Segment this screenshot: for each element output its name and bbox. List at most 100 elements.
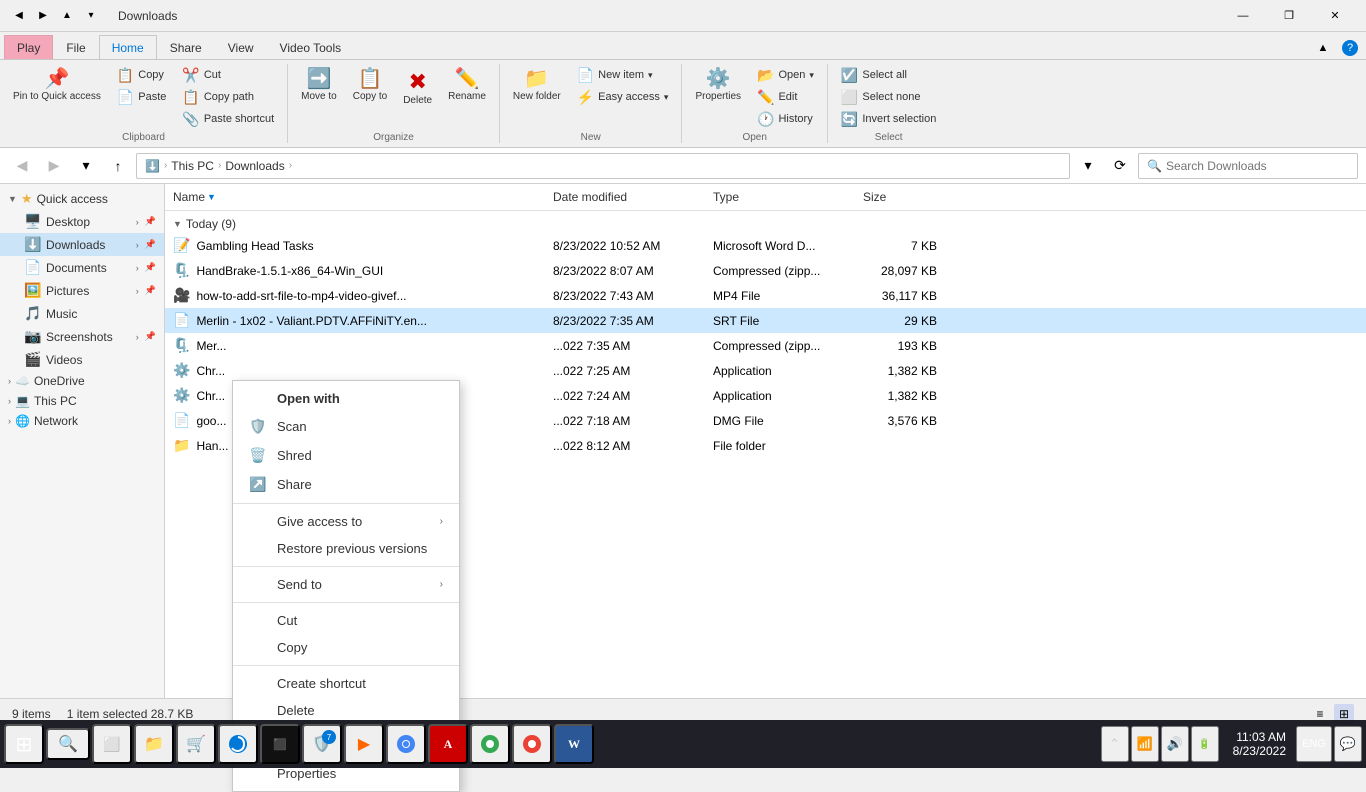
taskbar-clock[interactable]: 11:03 AM 8/23/2022 bbox=[1225, 730, 1294, 758]
taskbar-search-button[interactable]: 🔍 bbox=[46, 728, 90, 760]
back-button[interactable]: ◀ bbox=[8, 152, 36, 180]
minimize-button[interactable]: — bbox=[1220, 0, 1266, 32]
taskbar-vlc[interactable]: ▶ bbox=[344, 724, 384, 764]
notification-button[interactable]: 💬 bbox=[1334, 726, 1362, 762]
taskbar-explorer[interactable]: 📁 bbox=[134, 724, 174, 764]
sidebar-item-music[interactable]: 🎵 Music bbox=[0, 302, 164, 325]
taskbar-edge[interactable] bbox=[218, 724, 258, 764]
ctx-shred[interactable]: 🗑️ Shred bbox=[233, 441, 459, 470]
tab-file[interactable]: File bbox=[53, 35, 98, 59]
copy-path-button[interactable]: 📋 Copy path bbox=[175, 86, 281, 108]
new-folder-button[interactable]: 📁 New folder bbox=[506, 64, 568, 107]
help-button[interactable]: ? bbox=[1342, 40, 1358, 56]
sidebar-item-videos[interactable]: 🎬 Videos bbox=[0, 348, 164, 371]
file-row[interactable]: 🗜️ Mer... ...022 7:35 AM Compressed (zip… bbox=[165, 333, 1366, 358]
ribbon-collapse-button[interactable]: ▲ bbox=[1312, 37, 1334, 59]
tab-play[interactable]: Play bbox=[4, 35, 53, 59]
copy-to-button[interactable]: 📋 Copy to bbox=[346, 64, 394, 107]
pin-to-quick-access-button[interactable]: 📌 Pin to Quick access bbox=[6, 64, 108, 108]
open-button[interactable]: 📂 Open ▾ bbox=[750, 64, 821, 86]
ctx-send-to[interactable]: Send to › bbox=[233, 571, 459, 598]
properties-button[interactable]: ⚙️ Properties bbox=[688, 64, 748, 107]
up-button[interactable]: ↑ bbox=[104, 152, 132, 180]
select-all-button[interactable]: ☑️ Select all bbox=[834, 64, 943, 86]
history-button[interactable]: 🕐 History bbox=[750, 108, 821, 130]
move-to-button[interactable]: ➡️ Move to bbox=[294, 64, 344, 107]
taskbar-access[interactable]: A bbox=[428, 724, 468, 764]
taskbar-chrome2[interactable] bbox=[470, 724, 510, 764]
ctx-share[interactable]: ↗️ Share bbox=[233, 470, 459, 499]
col-header-size[interactable]: Size bbox=[855, 188, 945, 206]
sidebar-item-pictures[interactable]: 🖼️ Pictures › 📌 bbox=[0, 279, 164, 302]
delete-button[interactable]: ✖ Delete bbox=[396, 64, 439, 111]
breadcrumb-thispc[interactable]: This PC bbox=[171, 159, 214, 173]
qa-forward-button[interactable]: ▶ bbox=[32, 5, 54, 27]
search-box[interactable]: 🔍 bbox=[1138, 153, 1358, 179]
start-button[interactable]: ⊞ bbox=[4, 724, 44, 764]
cut-button[interactable]: ✂️ Cut bbox=[175, 64, 281, 86]
col-header-date[interactable]: Date modified bbox=[545, 188, 705, 206]
ctx-cut[interactable]: Cut bbox=[233, 607, 459, 634]
select-none-button[interactable]: ⬜ Select none bbox=[834, 86, 943, 108]
tray-expand[interactable]: ⌃ bbox=[1101, 726, 1129, 762]
network-toggle: › bbox=[8, 416, 11, 426]
sidebar-item-documents[interactable]: 📄 Documents › 📌 bbox=[0, 256, 164, 279]
today-group-header[interactable]: ▼ Today (9) bbox=[165, 211, 1366, 233]
paste-shortcut-button[interactable]: 📎 Paste shortcut bbox=[175, 108, 281, 130]
forward-button[interactable]: ▶ bbox=[40, 152, 68, 180]
sidebar-item-screenshots[interactable]: 📷 Screenshots › 📌 bbox=[0, 325, 164, 348]
ctx-scan[interactable]: 🛡️ Scan bbox=[233, 412, 459, 441]
col-header-type[interactable]: Type bbox=[705, 188, 855, 206]
ctx-give-access[interactable]: Give access to › bbox=[233, 508, 459, 535]
tab-share[interactable]: Share bbox=[157, 35, 215, 59]
ctx-restore-versions[interactable]: Restore previous versions bbox=[233, 535, 459, 562]
ctx-copy[interactable]: Copy bbox=[233, 634, 459, 661]
tab-home[interactable]: Home bbox=[99, 35, 157, 59]
taskbar-chrome3[interactable] bbox=[512, 724, 552, 764]
close-button[interactable]: ✕ bbox=[1312, 0, 1358, 32]
tray-network[interactable]: 📶 bbox=[1131, 726, 1159, 762]
taskbar-chrome1[interactable] bbox=[386, 724, 426, 764]
taskview-button[interactable]: ⬜ bbox=[92, 724, 132, 764]
easy-access-button[interactable]: ⚡ Easy access ▾ bbox=[570, 86, 676, 108]
col-header-name[interactable]: Name ▼ bbox=[165, 188, 545, 206]
taskbar-terminal[interactable]: ⬛ bbox=[260, 724, 300, 764]
address-box[interactable]: ⬇️ › This PC › Downloads › bbox=[136, 153, 1070, 179]
quick-access-header[interactable]: ▼ ★ Quick access bbox=[0, 188, 164, 210]
recent-locations-button[interactable]: ▾ bbox=[72, 152, 100, 180]
pictures-arrow: › bbox=[136, 286, 139, 296]
network-header[interactable]: › 🌐 Network bbox=[0, 411, 164, 431]
qa-up-button[interactable]: ▲ bbox=[56, 5, 78, 27]
rename-button[interactable]: ✏️ Rename bbox=[441, 64, 493, 107]
sidebar-item-downloads[interactable]: ⬇️ Downloads › 📌 bbox=[0, 233, 164, 256]
new-item-button[interactable]: 📄 New item ▾ bbox=[570, 64, 676, 86]
taskbar-word[interactable]: W bbox=[554, 724, 594, 764]
file-row[interactable]: 🎥 how-to-add-srt-file-to-mp4-video-givef… bbox=[165, 283, 1366, 308]
invert-selection-button[interactable]: 🔄 Invert selection bbox=[834, 108, 943, 130]
tab-view[interactable]: View bbox=[215, 35, 267, 59]
file-row-selected[interactable]: 📄 Merlin - 1x02 - Valiant.PDTV.AFFiNiTY.… bbox=[165, 308, 1366, 333]
tray-battery[interactable]: 🔋 bbox=[1191, 726, 1219, 762]
file-row[interactable]: 🗜️ HandBrake-1.5.1-x86_64-Win_GUI 8/23/2… bbox=[165, 258, 1366, 283]
taskbar-store[interactable]: 🛒 bbox=[176, 724, 216, 764]
tab-videotools[interactable]: Video Tools bbox=[267, 35, 355, 59]
thispc-header[interactable]: › 💻 This PC bbox=[0, 391, 164, 411]
refresh-button[interactable]: ⟳ bbox=[1106, 152, 1134, 180]
sidebar-item-desktop[interactable]: 🖥️ Desktop › 📌 bbox=[0, 210, 164, 233]
taskbar-mcafee[interactable]: 🛡️ 7 bbox=[302, 724, 342, 764]
maximize-button[interactable]: ❐ bbox=[1266, 0, 1312, 32]
search-input[interactable] bbox=[1166, 159, 1349, 173]
edit-button[interactable]: ✏️ Edit bbox=[750, 86, 821, 108]
breadcrumb-downloads[interactable]: Downloads bbox=[225, 159, 284, 173]
qa-back-button[interactable]: ◀ bbox=[8, 5, 30, 27]
qa-customize-button[interactable]: ▾ bbox=[80, 5, 102, 27]
file-row[interactable]: 📝 Gambling Head Tasks 8/23/2022 10:52 AM… bbox=[165, 233, 1366, 258]
copy-button[interactable]: 📋 Copy bbox=[110, 64, 174, 86]
paste-button[interactable]: 📄 Paste bbox=[110, 86, 174, 108]
onedrive-header[interactable]: › ☁️ OneDrive bbox=[0, 371, 164, 391]
dropdown-button[interactable]: ▾ bbox=[1074, 152, 1102, 180]
ctx-create-shortcut[interactable]: Create shortcut bbox=[233, 670, 459, 697]
taskbar-lang[interactable]: ENG bbox=[1296, 726, 1332, 762]
ctx-open-with[interactable]: Open with bbox=[233, 385, 459, 412]
tray-volume[interactable]: 🔊 bbox=[1161, 726, 1189, 762]
